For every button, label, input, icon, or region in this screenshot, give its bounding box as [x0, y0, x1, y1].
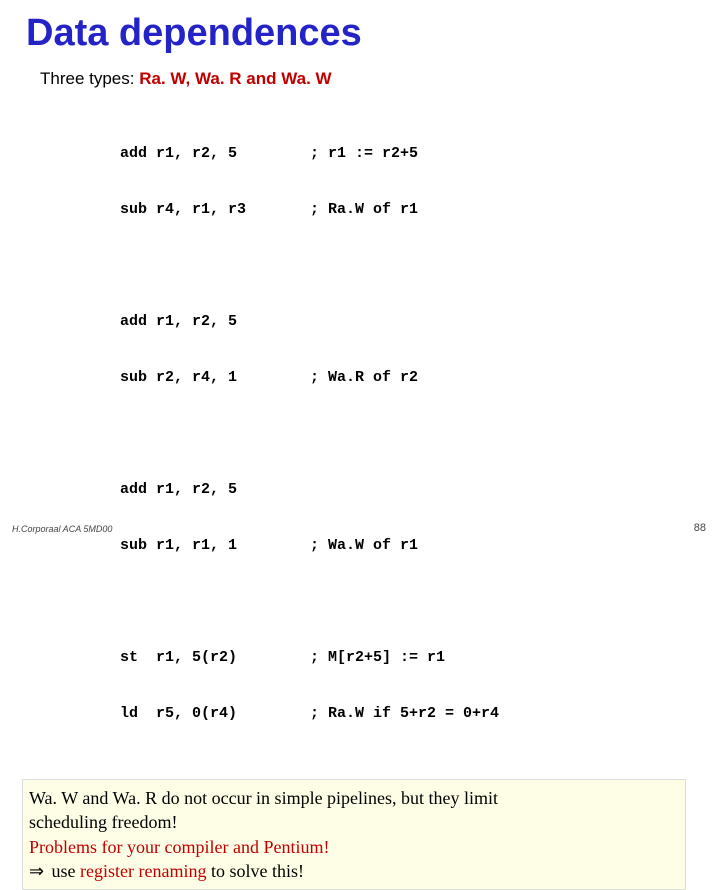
notes-box: Wa. W and Wa. R do not occur in simple p…: [22, 779, 686, 890]
notes-line-2: scheduling freedom!: [29, 810, 679, 834]
footer-author: H.Corporaal ACA 5MD00: [12, 524, 112, 534]
notes-line-4: ⇒ use register renaming to solve this!: [29, 859, 679, 883]
subtitle-types: Ra. W, Wa. R and Wa. W: [139, 69, 331, 88]
notes-line-1: Wa. W and Wa. R do not occur in simple p…: [29, 786, 679, 810]
notes-emph: register renaming: [80, 861, 206, 881]
code-instr: sub r4, r1, r3: [120, 201, 310, 220]
code-comment: ; Ra.W if 5+r2 = 0+r4: [310, 705, 499, 724]
code-comment: ; M[r2+5] := r1: [310, 649, 445, 668]
code-block-3: add r1, r2, 5 sub r1, r1, 1; Wa.W of r1: [120, 443, 700, 593]
code-line: add r1, r2, 5: [120, 313, 700, 332]
arrow-icon: ⇒: [29, 859, 47, 883]
code-comment: ; Wa.R of r2: [310, 369, 418, 388]
code-instr: st r1, 5(r2): [120, 649, 310, 668]
code-instr: add r1, r2, 5: [120, 145, 310, 164]
code-line: st r1, 5(r2); M[r2+5] := r1: [120, 649, 700, 668]
code-comment: ; Ra.W of r1: [310, 201, 418, 220]
code-block-1: add r1, r2, 5; r1 := r2+5 sub r4, r1, r3…: [120, 107, 700, 257]
code-line: ld r5, 0(r4); Ra.W if 5+r2 = 0+r4: [120, 705, 700, 724]
code-block-4: st r1, 5(r2); M[r2+5] := r1 ld r5, 0(r4)…: [120, 611, 700, 761]
code-comment: ; r1 := r2+5: [310, 145, 418, 164]
slide: Data dependences Three types: Ra. W, Wa.…: [0, 0, 720, 540]
code-instr: ld r5, 0(r4): [120, 705, 310, 724]
code-instr: add r1, r2, 5: [120, 313, 310, 332]
notes-text: use: [47, 861, 80, 881]
code-line: sub r2, r4, 1; Wa.R of r2: [120, 369, 700, 388]
notes-text: to solve this!: [206, 861, 304, 881]
code-instr: sub r2, r4, 1: [120, 369, 310, 388]
code-line: sub r4, r1, r3; Ra.W of r1: [120, 201, 700, 220]
code-instr: add r1, r2, 5: [120, 481, 310, 500]
code-area: add r1, r2, 5; r1 := r2+5 sub r4, r1, r3…: [120, 107, 700, 761]
slide-title: Data dependences: [26, 12, 700, 55]
page-number: 88: [694, 522, 706, 534]
subtitle-prefix: Three types:: [40, 69, 139, 88]
code-line: add r1, r2, 5: [120, 481, 700, 500]
code-line: add r1, r2, 5; r1 := r2+5: [120, 145, 700, 164]
code-block-2: add r1, r2, 5 sub r2, r4, 1; Wa.R of r2: [120, 275, 700, 425]
subtitle: Three types: Ra. W, Wa. R and Wa. W: [40, 69, 700, 89]
notes-line-3: Problems for your compiler and Pentium!: [29, 835, 679, 859]
